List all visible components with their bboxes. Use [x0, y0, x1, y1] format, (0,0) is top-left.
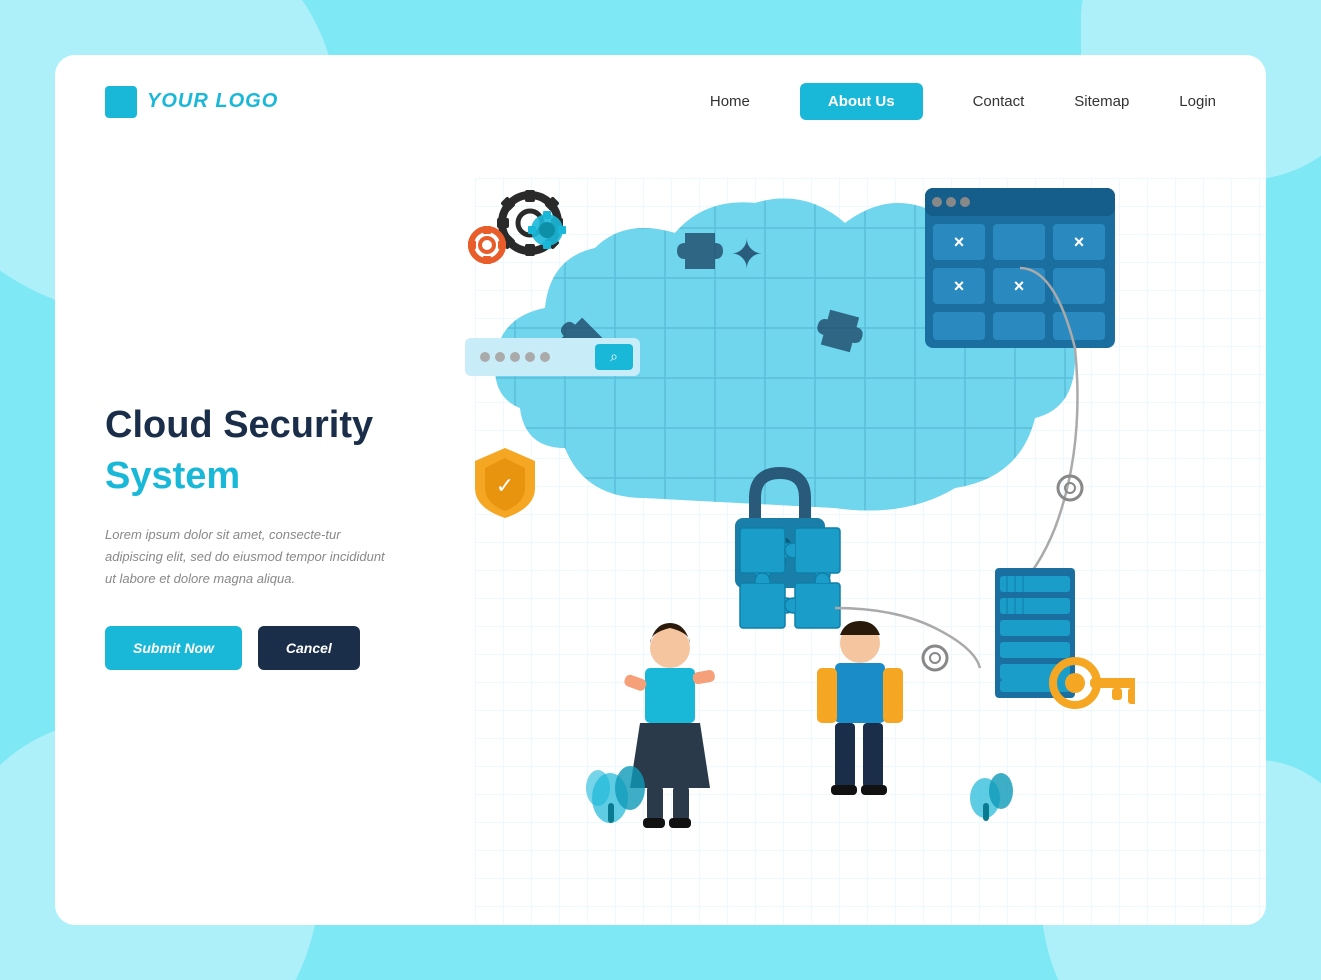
svg-text:×: × [1014, 276, 1025, 296]
server-rack [995, 568, 1075, 698]
illustration-panel: ✦ [435, 148, 1266, 925]
search-dot4 [525, 352, 535, 362]
nav-about[interactable]: About Us [800, 83, 923, 120]
main-illustration: ✦ [435, 148, 1135, 925]
nav-sitemap[interactable]: Sitemap [1074, 93, 1129, 110]
nav-contact[interactable]: Contact [973, 93, 1025, 110]
connector-gear-2-inner [930, 653, 940, 663]
puzzle-piece-top: ✦ [730, 233, 764, 277]
submit-button[interactable]: Submit Now [105, 626, 242, 670]
logo-accent: LOGO [215, 90, 278, 112]
cancel-button[interactable]: Cancel [258, 626, 360, 670]
search-dot3 [510, 352, 520, 362]
svg-text:×: × [954, 276, 965, 296]
connector-gear-2 [923, 646, 947, 670]
logo-icon [105, 86, 137, 118]
hero-title-line1: Cloud Security [105, 403, 385, 449]
shield-icon: ✓ [475, 448, 535, 518]
nav-login[interactable]: Login [1179, 93, 1216, 110]
nav-home[interactable]: Home [710, 93, 750, 110]
main-nav: Home About Us Contact Sitemap Login [710, 83, 1216, 120]
logo-text: YOUR LOGO [147, 90, 278, 113]
search-dot2 [495, 352, 505, 362]
header: YOUR LOGO Home About Us Contact Sitemap … [55, 55, 1266, 148]
search-icon-text: ⌕ [610, 348, 618, 364]
search-dot5 [540, 352, 550, 362]
key-icon [1053, 661, 1135, 705]
svg-text:×: × [1074, 232, 1085, 252]
hero-title-line2: System [105, 454, 385, 500]
svg-text:✓: ✓ [496, 473, 514, 498]
logo-area: YOUR LOGO [105, 86, 278, 118]
person-man [817, 621, 903, 795]
hero-description: Lorem ipsum dolor sit amet, consecte-tur… [105, 524, 385, 590]
gear-small-red [468, 226, 506, 264]
button-row: Submit Now Cancel [105, 626, 385, 670]
outer-background: YOUR LOGO Home About Us Contact Sitemap … [0, 0, 1321, 980]
left-panel: Cloud Security System Lorem ipsum dolor … [55, 148, 435, 925]
plant-left [586, 766, 645, 823]
plant-right [970, 773, 1013, 821]
svg-text:×: × [954, 232, 965, 252]
main-card: YOUR LOGO Home About Us Contact Sitemap … [55, 55, 1266, 925]
main-content: Cloud Security System Lorem ipsum dolor … [55, 148, 1266, 925]
logo-bold: YOUR [147, 90, 209, 112]
search-dot1 [480, 352, 490, 362]
